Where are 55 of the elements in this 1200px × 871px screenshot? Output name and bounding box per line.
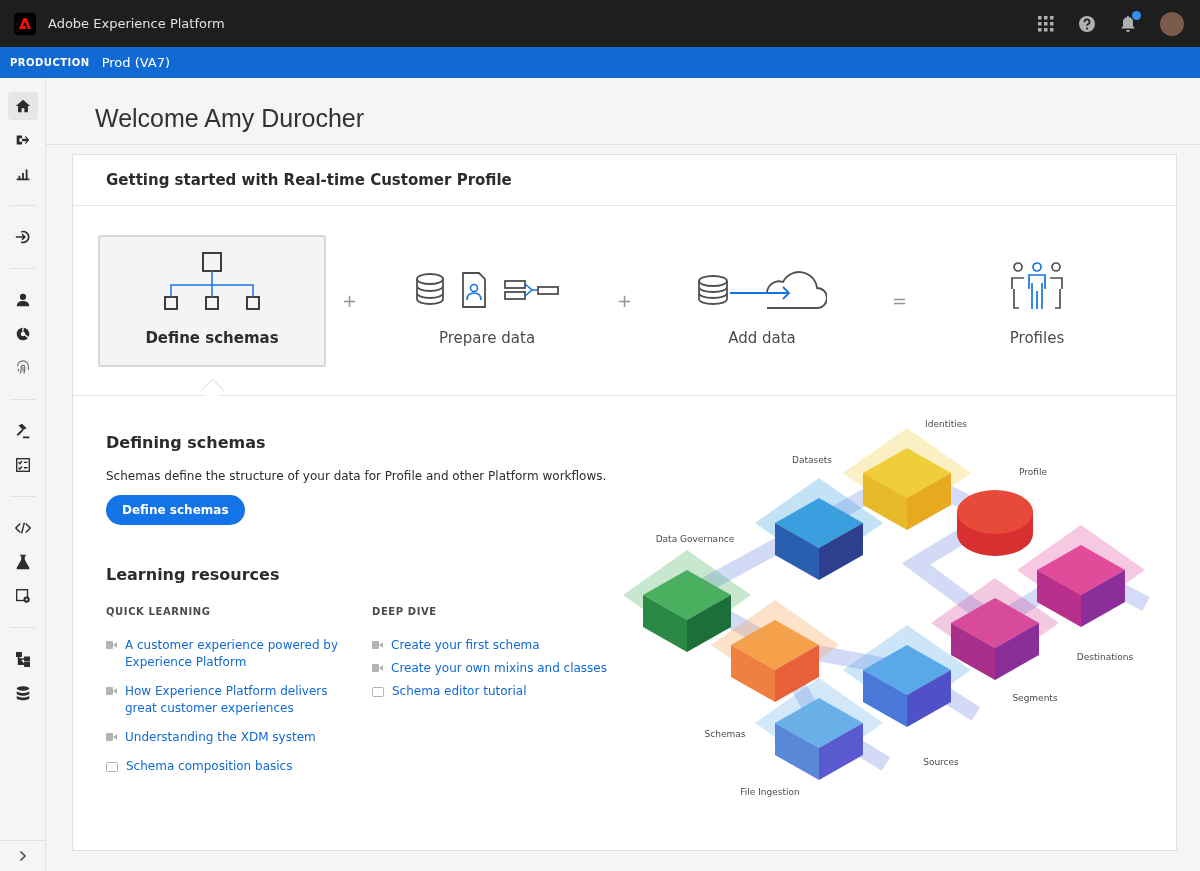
page-title: Welcome Amy Durocher	[94, 103, 366, 134]
step-tab[interactable]: Add data	[648, 234, 876, 367]
sandbox-type-label: PRODUCTION	[10, 57, 90, 68]
user-avatar[interactable]	[1160, 11, 1184, 36]
diagram-label: Schemas	[704, 729, 746, 739]
diagram-label: Segments	[1012, 693, 1058, 703]
column-heading: QUICK LEARNING	[106, 606, 212, 617]
people-group-icon	[1009, 260, 1065, 311]
diagram-label: Datasets	[792, 455, 832, 465]
data-preparation-icon	[414, 270, 560, 311]
step-operator: +	[340, 290, 359, 311]
step-operator: =	[890, 290, 909, 311]
diagram-label: Destinations	[1076, 652, 1134, 662]
app-logo-icon	[14, 12, 36, 35]
section-description: Schemas define the structure of your data for Profile and other Platform workflows.	[106, 469, 608, 483]
diagram-label: Sources	[923, 757, 959, 767]
diagram-label: Identities	[925, 419, 967, 429]
step-tab[interactable]: Prepare data	[373, 234, 601, 367]
define-schemas-button[interactable]: Define schemas	[106, 495, 245, 525]
resource-link[interactable]: Schema composition basics	[126, 758, 293, 775]
help-icon[interactable]	[1078, 14, 1096, 33]
diagram-label: File Ingestion	[740, 787, 800, 797]
video-camera-icon	[372, 641, 383, 649]
chevron-right-icon	[18, 850, 27, 862]
notifications-icon[interactable]	[1120, 15, 1136, 32]
sandbox-name[interactable]: Prod (VA7)	[101, 55, 171, 70]
sign-in-icon	[13, 228, 32, 246]
video-camera-icon	[106, 687, 117, 695]
video-camera-icon	[106, 641, 117, 649]
document-icon	[106, 762, 118, 772]
step-operator: +	[615, 290, 634, 311]
video-camera-icon	[372, 664, 383, 672]
column-heading: DEEP DIVE	[372, 606, 438, 617]
resource-link[interactable]: Schema editor tutorial	[392, 683, 527, 700]
gear-document-icon	[13, 587, 32, 605]
step-tab[interactable]: Profiles	[923, 234, 1151, 367]
app-title: Adobe Experience Platform	[48, 16, 226, 31]
resource-link[interactable]: Create your first schema	[391, 637, 540, 654]
section-heading: Learning resources	[106, 565, 281, 584]
schema-tree-icon	[162, 250, 262, 311]
resource-link[interactable]: How Experience Platform delivers great customer experiences	[125, 683, 340, 717]
app-grid-icon[interactable]	[1038, 15, 1054, 32]
sidebar-item[interactable]	[7, 92, 38, 120]
resource-link[interactable]: Create your own mixins and classes	[391, 660, 607, 677]
diagram-label: Profile	[1019, 467, 1047, 477]
home-icon	[13, 97, 32, 115]
section-heading: Defining schemas	[106, 433, 267, 452]
document-icon	[372, 687, 384, 697]
checklist-icon	[13, 456, 32, 474]
card-title: Getting started with Real-time Customer Profile	[106, 171, 512, 189]
video-camera-icon	[106, 733, 117, 741]
diagram-label: Data Governance	[655, 534, 735, 544]
resource-link[interactable]: A customer experience powered by Experience Platform	[125, 637, 340, 671]
step-tab[interactable]: Define schemas	[98, 234, 326, 367]
resource-link[interactable]: Understanding the XDM system	[125, 729, 316, 746]
